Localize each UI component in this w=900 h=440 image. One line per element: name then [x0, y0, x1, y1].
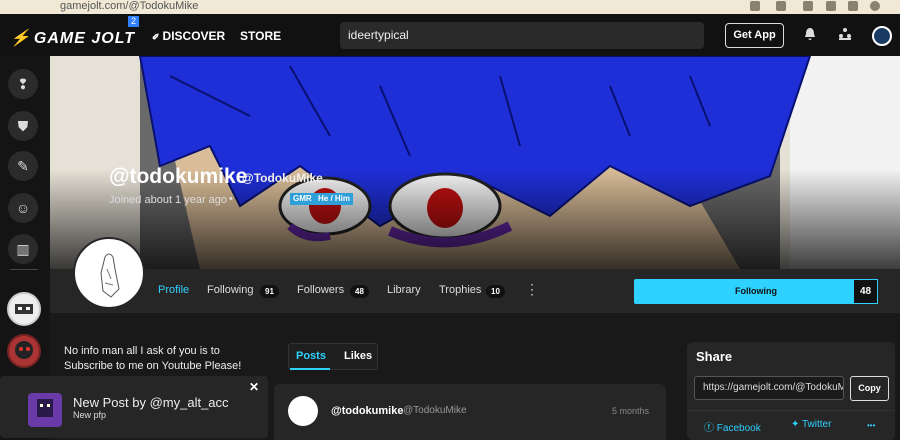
home-icon[interactable]: ❢ — [8, 69, 38, 99]
friends-icon[interactable] — [838, 27, 852, 44]
creator-icon[interactable]: ✎ — [8, 151, 38, 181]
bookmark-icon[interactable] — [776, 1, 786, 11]
toast-title: New Post by @my_alt_acc — [73, 395, 229, 410]
tag-pronouns[interactable]: He / Him — [315, 193, 354, 205]
extensions-icon[interactable] — [803, 1, 813, 11]
tab-posts[interactable]: Posts — [296, 350, 326, 362]
close-icon[interactable]: ✕ — [249, 380, 259, 394]
tab-likes[interactable]: Likes — [344, 350, 372, 362]
followers-count-badge: 48 — [350, 285, 369, 298]
gamejolt-logo[interactable]: ⚡ GAME JOLT — [10, 28, 135, 48]
browser-url[interactable]: gamejolt.com/@TodokuMike — [60, 0, 198, 12]
profile-bio: No info man all I ask of you is to Subsc… — [64, 345, 242, 372]
community-avatar[interactable] — [7, 334, 41, 368]
shop-bag-icon[interactable]: ⛊ — [8, 111, 38, 141]
post-author-avatar[interactable] — [288, 396, 318, 426]
sidebar-icon[interactable] — [826, 1, 836, 11]
store-link[interactable]: STORE — [240, 29, 281, 43]
tab-trophies[interactable]: Trophies — [439, 284, 481, 296]
user-avatar[interactable] — [872, 26, 892, 46]
post-timestamp: 5 months — [612, 406, 650, 416]
profile-banner — [50, 56, 900, 269]
trophies-count-badge: 10 — [486, 285, 505, 298]
get-app-button[interactable]: Get App — [725, 23, 784, 48]
share-facebook[interactable]: ⓕ Facebook — [704, 419, 761, 434]
community-avatar[interactable] — [7, 292, 41, 326]
search-input[interactable]: ideertypical — [340, 22, 704, 49]
window-icon[interactable] — [848, 1, 858, 11]
tab-profile[interactable]: Profile — [158, 284, 189, 296]
tab-following[interactable]: Following — [207, 284, 253, 296]
active-tab-indicator — [290, 368, 330, 370]
tab-library[interactable]: Library — [387, 284, 421, 296]
profile-picture[interactable] — [73, 237, 145, 309]
browser-profile-icon[interactable] — [870, 1, 880, 11]
copy-button[interactable]: Copy — [850, 376, 889, 401]
share-divider — [687, 410, 895, 411]
top-navigation: ⚡ GAME JOLT 2 ✐ DISCOVER STORE ideertypica… — [0, 14, 900, 56]
separator-dot: • — [229, 193, 233, 205]
tag-gmr[interactable]: GMR — [290, 193, 315, 205]
share-more[interactable]: ••• — [867, 421, 875, 430]
toast-thumbnail — [28, 393, 62, 427]
notification-badge: 2 — [128, 16, 139, 27]
following-button[interactable]: Following — [634, 279, 878, 304]
chat-icon[interactable]: ☺ — [8, 193, 38, 223]
follow-count: 48 — [853, 279, 878, 304]
facebook-icon: ⓕ — [704, 423, 717, 434]
share-url-field[interactable]: https://gamejolt.com/@TodokuMike — [694, 376, 844, 400]
bell-icon[interactable] — [804, 27, 816, 44]
more-options-icon[interactable]: ⋮ — [525, 281, 539, 298]
sidebar-divider — [10, 269, 38, 270]
twitter-icon: ✦ — [791, 419, 802, 430]
following-count-badge: 91 — [260, 285, 279, 298]
post-author-username[interactable]: @todokumike — [331, 405, 403, 417]
library-icon[interactable]: ▥ — [8, 234, 38, 264]
compass-icon: ✐ — [152, 32, 160, 42]
post-author-handle: @TodokuMike — [403, 405, 467, 416]
profile-handle: @TodokuMike — [242, 171, 323, 185]
share-twitter[interactable]: ✦ Twitter — [791, 419, 831, 430]
discover-link[interactable]: ✐ DISCOVER — [152, 29, 225, 43]
bolt-icon: ⚡ — [10, 30, 31, 47]
share-title: Share — [696, 349, 733, 364]
share-icon[interactable] — [750, 1, 760, 11]
profile-username: @todokumike — [109, 165, 248, 188]
joined-date: Joined about 1 year ago — [109, 194, 228, 206]
tab-followers[interactable]: Followers — [297, 284, 344, 296]
browser-address-bar: gamejolt.com/@TodokuMike — [0, 0, 900, 14]
toast-subtitle: New pfp — [73, 410, 107, 420]
